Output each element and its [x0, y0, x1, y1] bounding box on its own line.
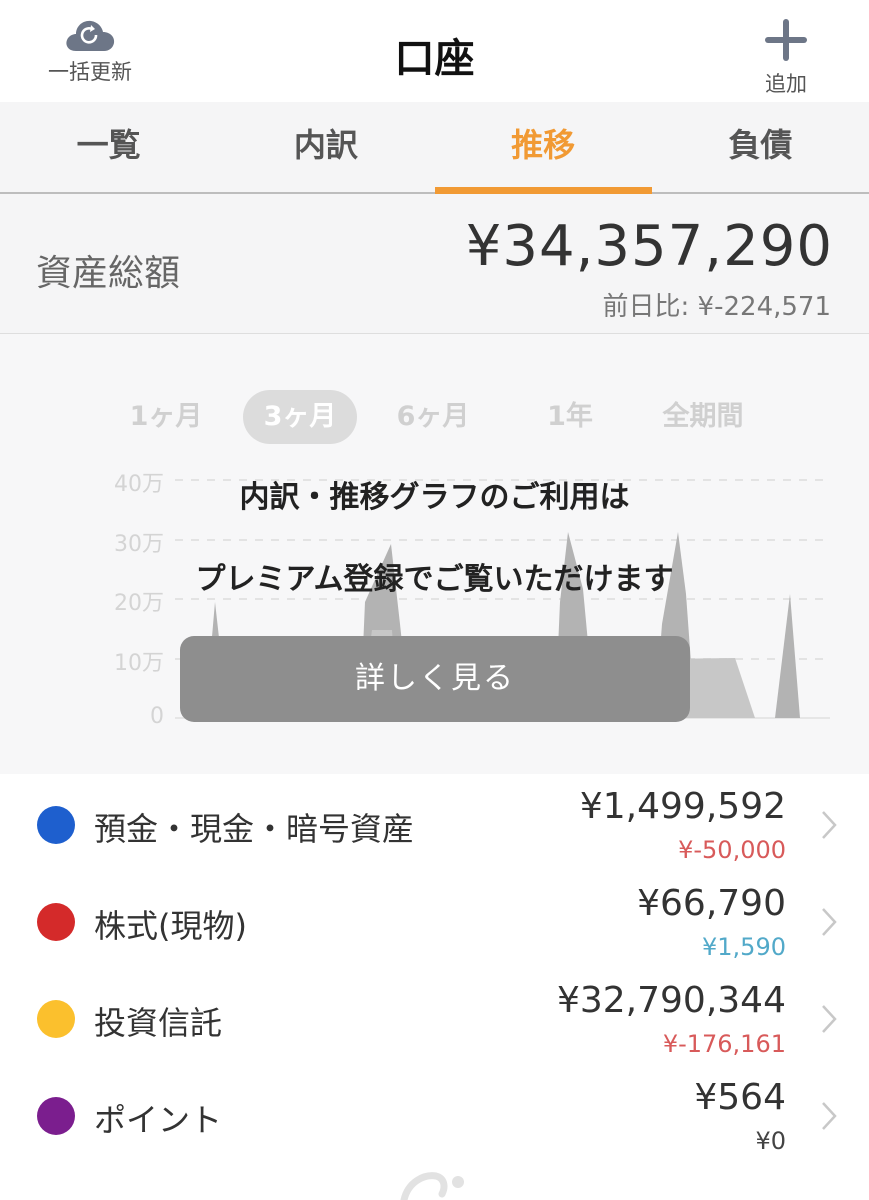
- asset-category-name: 預金・現金・暗号資産: [94, 810, 415, 848]
- add-button[interactable]: 追加: [751, 18, 821, 98]
- asset-row-deposits[interactable]: 預金・現金・暗号資産 ¥1,499,592 ¥-50,000: [0, 776, 869, 873]
- asset-row-investment-trusts[interactable]: 投資信託 ¥32,790,344 ¥-176,161: [0, 970, 869, 1067]
- asset-amount: ¥32,790,344: [556, 980, 786, 1021]
- chevron-right-icon: [822, 1005, 837, 1033]
- asset-row-points[interactable]: ポイント ¥564 ¥0: [0, 1067, 869, 1164]
- asset-category-name: ポイント: [94, 1101, 223, 1139]
- asset-change: ¥-176,161: [662, 1030, 786, 1058]
- page-title: 口座: [394, 36, 475, 82]
- asset-row-stocks[interactable]: 株式(現物) ¥66,790 ¥1,590: [0, 873, 869, 970]
- period-all-time[interactable]: 全期間: [646, 390, 760, 444]
- category-color-dot: [37, 806, 75, 844]
- y-tick-label: 0: [150, 704, 164, 729]
- period-selector: 1ヶ月 3ヶ月 6ヶ月 1年 全期間: [100, 390, 780, 444]
- app-logo-icon: [400, 1172, 464, 1200]
- tab-breakdown[interactable]: 内訳: [217, 102, 434, 192]
- learn-more-button[interactable]: 詳しく見る: [180, 636, 690, 722]
- tab-list[interactable]: 一覧: [0, 102, 217, 192]
- asset-change: ¥-50,000: [678, 836, 786, 864]
- asset-change: ¥1,590: [702, 933, 786, 961]
- asset-amount: ¥66,790: [637, 883, 786, 924]
- asset-amount: ¥1,499,592: [579, 786, 786, 827]
- category-color-dot: [37, 1000, 75, 1038]
- plus-icon: [765, 19, 807, 61]
- asset-category-name: 株式(現物): [94, 907, 247, 945]
- asset-amount: ¥564: [694, 1077, 786, 1118]
- tab-trend[interactable]: 推移: [434, 102, 653, 194]
- period-3-months[interactable]: 3ヶ月: [243, 390, 357, 444]
- chevron-right-icon: [822, 1102, 837, 1130]
- tab-liabilities[interactable]: 負債: [652, 102, 869, 192]
- tab-bar: 一覧 内訳 推移 負債: [0, 102, 869, 194]
- period-1-month[interactable]: 1ヶ月: [114, 390, 218, 444]
- premium-message-line-1: 内訳・推移グラフのご利用は: [239, 480, 630, 515]
- header: 一括更新 口座 追加: [0, 0, 869, 102]
- chevron-right-icon: [822, 908, 837, 936]
- chevron-right-icon: [822, 811, 837, 839]
- trend-chart-area: 1ヶ月 3ヶ月 6ヶ月 1年 全期間 40万 30万 20万 10万 0 内訳・…: [0, 334, 869, 774]
- premium-message-line-2: プレミアム登録でご覧いただけます: [195, 562, 674, 597]
- category-color-dot: [37, 903, 75, 941]
- add-label: 追加: [765, 72, 807, 96]
- y-tick-label: 10万: [114, 651, 164, 676]
- category-color-dot: [37, 1097, 75, 1135]
- total-assets-panel: 資産総額 ¥34,357,290 前日比: ¥-224,571: [0, 194, 869, 334]
- asset-change: ¥0: [755, 1127, 786, 1155]
- period-1-year[interactable]: 1年: [522, 390, 618, 444]
- total-assets-amount: ¥34,357,290: [465, 214, 833, 279]
- asset-category-name: 投資信託: [94, 1004, 223, 1042]
- day-over-day-change: 前日比: ¥-224,571: [602, 292, 831, 322]
- period-6-months[interactable]: 6ヶ月: [378, 390, 488, 444]
- total-assets-label: 資産総額: [36, 253, 181, 294]
